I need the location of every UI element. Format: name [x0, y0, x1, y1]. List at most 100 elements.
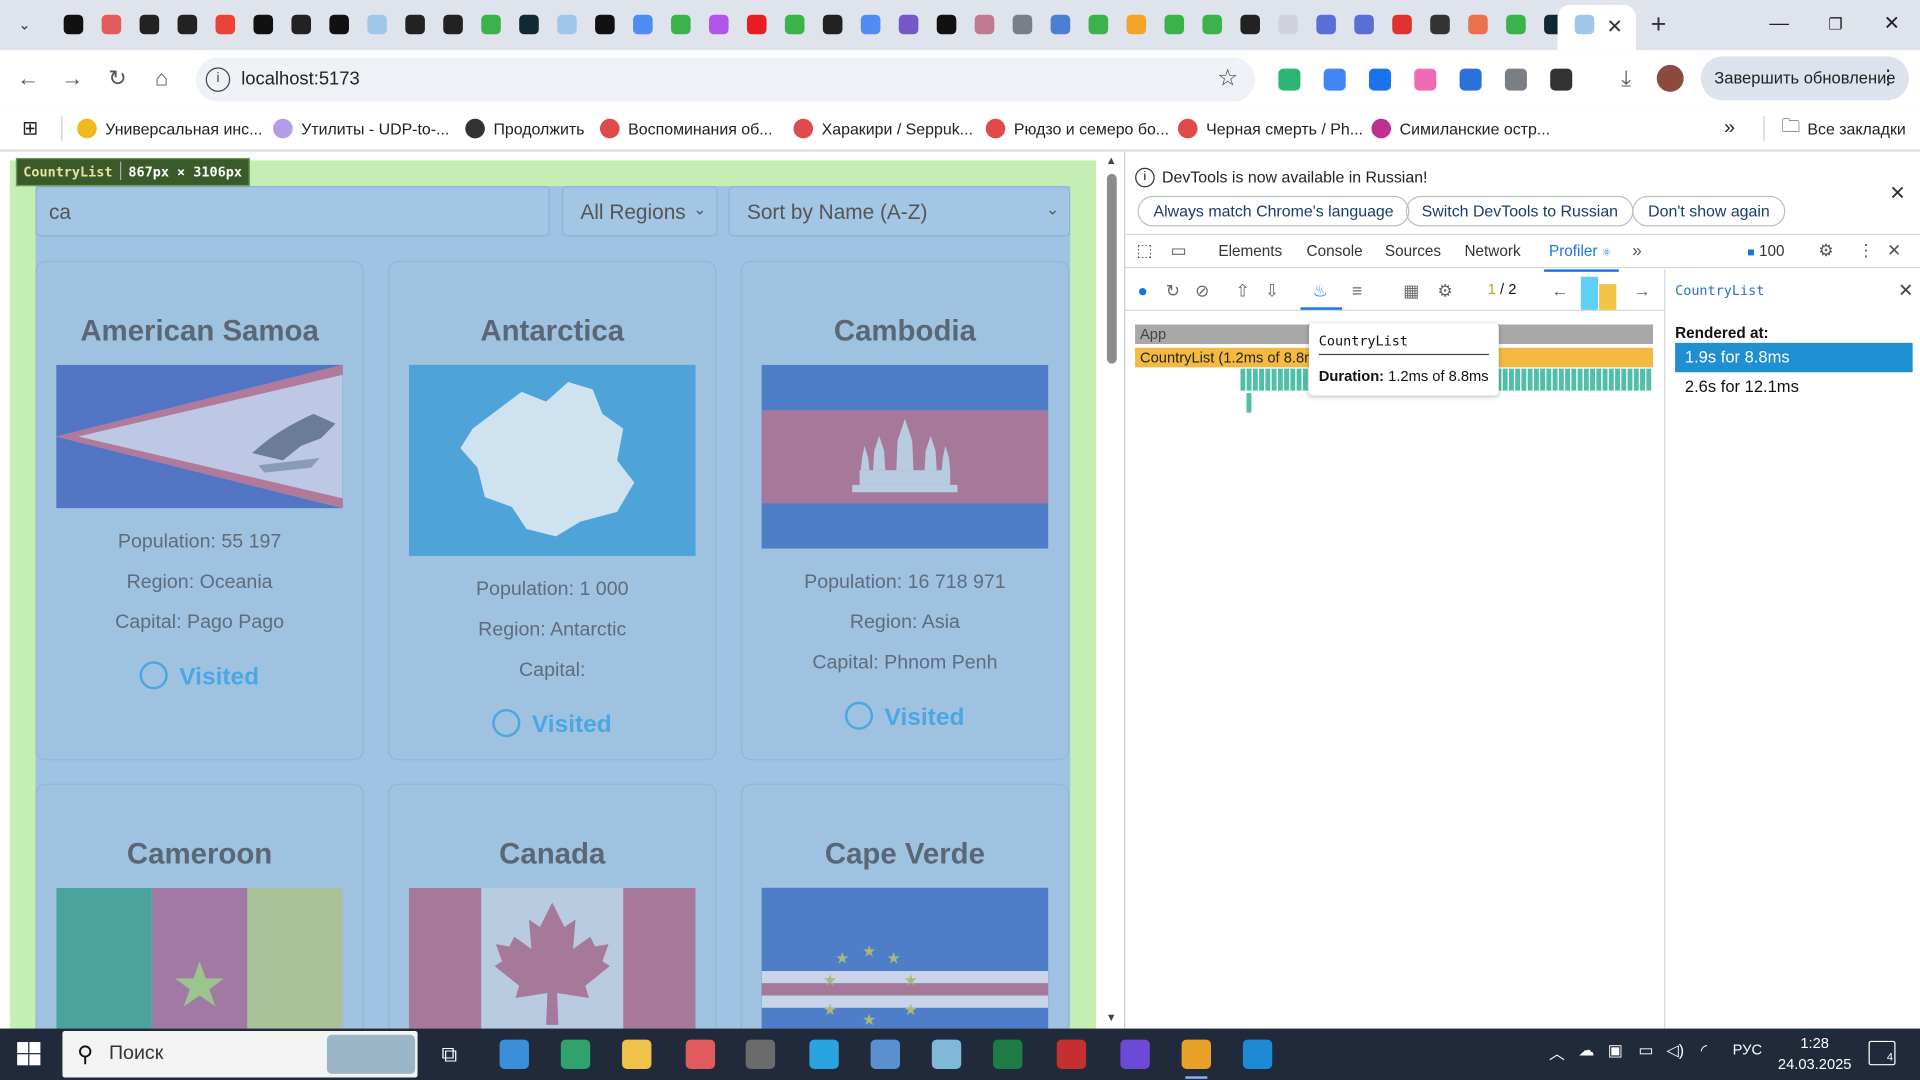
- tab[interactable]: [509, 11, 547, 38]
- tab[interactable]: [92, 11, 130, 38]
- next-commit-icon[interactable]: →: [1633, 280, 1650, 300]
- visited-toggle[interactable]: Visited: [389, 708, 715, 740]
- clear-icon[interactable]: ⊘: [1195, 280, 1209, 301]
- close-side-panel-icon[interactable]: ✕: [1898, 279, 1913, 301]
- commit-bar[interactable]: [1599, 284, 1617, 310]
- match-language-button[interactable]: Always match Chrome's language: [1137, 195, 1410, 227]
- device-toolbar-icon[interactable]: ▭: [1171, 240, 1187, 261]
- region-select[interactable]: All Regions ⌄: [562, 186, 718, 237]
- flame-child-node[interactable]: [1621, 368, 1627, 391]
- notification-center-icon[interactable]: 4: [1868, 1040, 1896, 1066]
- downloads-icon[interactable]: ⤓: [1610, 62, 1642, 94]
- flame-child-node[interactable]: [1277, 368, 1283, 391]
- more-bookmarks-icon[interactable]: »: [1724, 116, 1735, 140]
- tab[interactable]: [471, 11, 509, 38]
- flame-child-node[interactable]: [1508, 368, 1514, 391]
- commit-bar-selected[interactable]: [1580, 276, 1598, 310]
- flame-child-node[interactable]: [1590, 368, 1596, 391]
- active-tab[interactable]: ✕: [1557, 4, 1636, 51]
- save-profile-icon[interactable]: ⇩: [1265, 280, 1279, 301]
- flame-child-node[interactable]: [1558, 368, 1564, 391]
- tab[interactable]: [396, 11, 434, 38]
- tab[interactable]: [775, 11, 813, 38]
- taskbar-app-icon[interactable]: [987, 1035, 1029, 1074]
- taskbar-app-icon[interactable]: [680, 1035, 722, 1074]
- tab[interactable]: [1307, 11, 1345, 38]
- tab[interactable]: [206, 11, 244, 38]
- bookmark-item[interactable]: Черная смерть / Ph...: [1177, 116, 1363, 140]
- tab-console[interactable]: Console: [1307, 242, 1363, 259]
- tab[interactable]: [1117, 11, 1155, 38]
- extension-icon[interactable]: [1500, 64, 1532, 96]
- forward-button[interactable]: →: [56, 62, 88, 94]
- flame-child-node[interactable]: [1608, 368, 1614, 391]
- flame-child-node[interactable]: [1515, 368, 1521, 391]
- profiler-settings-icon[interactable]: ⚙: [1438, 280, 1453, 301]
- tab[interactable]: [130, 11, 168, 38]
- tab[interactable]: [1420, 11, 1458, 38]
- bookmark-star-icon[interactable]: ☆: [1217, 65, 1238, 93]
- taskbar-app-icon[interactable]: [493, 1035, 535, 1074]
- tab-search-button[interactable]: ⌄: [10, 10, 39, 39]
- flame-child-node[interactable]: [1640, 368, 1645, 391]
- address-bar[interactable]: i localhost:5173 ☆: [195, 57, 1256, 102]
- tab[interactable]: [585, 11, 623, 38]
- tab-profiler[interactable]: Profiler ⚛: [1544, 242, 1620, 272]
- flame-child-node[interactable]: [1583, 368, 1589, 391]
- home-button[interactable]: ⌂: [146, 62, 178, 94]
- tray-overflow-icon[interactable]: ︿: [1549, 1041, 1565, 1064]
- render-entry-selected[interactable]: 1.9s for 8.8ms: [1675, 342, 1913, 373]
- tab[interactable]: [1041, 11, 1079, 38]
- render-entry[interactable]: 2.6s for 12.1ms: [1675, 372, 1913, 401]
- extension-icon[interactable]: [1545, 64, 1577, 96]
- apps-grid-icon[interactable]: ⊞: [22, 116, 38, 140]
- url-text[interactable]: localhost:5173: [241, 69, 359, 90]
- tab[interactable]: [547, 11, 585, 38]
- taskbar-app-icon[interactable]: [1114, 1035, 1156, 1074]
- flame-child-node[interactable]: [1240, 368, 1246, 391]
- page-scrollbar[interactable]: ▲ ▼: [1102, 151, 1123, 1029]
- profile-avatar[interactable]: [1656, 64, 1684, 92]
- all-bookmarks[interactable]: 🗀 Все закладки: [1782, 116, 1906, 140]
- close-icon[interactable]: ✕: [1889, 181, 1905, 205]
- tab[interactable]: [1003, 11, 1041, 38]
- more-options-icon[interactable]: ⋮: [1858, 240, 1875, 261]
- scroll-down-arrow-icon[interactable]: ▼: [1106, 1011, 1117, 1023]
- scrollbar-thumb[interactable]: [1106, 173, 1117, 364]
- windows-start-icon[interactable]: [17, 1042, 41, 1066]
- more-tabs-icon[interactable]: »: [1632, 240, 1642, 260]
- tab[interactable]: [282, 11, 320, 38]
- flame-child-node[interactable]: [1302, 368, 1308, 391]
- flame-grandchild-node[interactable]: [1246, 393, 1252, 413]
- tab[interactable]: [927, 11, 965, 38]
- tab[interactable]: [965, 11, 1003, 38]
- bookmark-item[interactable]: Продолжить: [465, 116, 584, 140]
- flame-child-node[interactable]: [1552, 368, 1558, 391]
- volume-icon[interactable]: ◁): [1667, 1041, 1685, 1061]
- bookmark-item[interactable]: Универсальная инс...: [77, 116, 262, 140]
- dont-show-again-button[interactable]: Don't show again: [1632, 195, 1786, 227]
- flame-child-node[interactable]: [1527, 368, 1533, 391]
- search-input[interactable]: ca: [35, 186, 550, 237]
- timeline-icon[interactable]: ▦: [1403, 280, 1419, 301]
- flame-child-node[interactable]: [1577, 368, 1583, 391]
- taskbar-app-icon[interactable]: [740, 1035, 782, 1074]
- record-icon[interactable]: ●: [1138, 280, 1148, 300]
- taskbar-app-icon[interactable]: [926, 1035, 968, 1074]
- tab[interactable]: [168, 11, 206, 38]
- flame-child-node[interactable]: [1533, 368, 1539, 391]
- visited-toggle[interactable]: Visited: [37, 661, 363, 692]
- tab[interactable]: [813, 11, 851, 38]
- bookmark-item[interactable]: Рюдзо и семеро бо...: [985, 116, 1169, 140]
- flame-child-node[interactable]: [1646, 368, 1652, 391]
- extension-icon[interactable]: [1319, 64, 1351, 96]
- menu-dots-icon[interactable]: ⋮: [1878, 56, 1898, 100]
- close-tab-icon[interactable]: ✕: [1607, 15, 1623, 39]
- flame-child-node[interactable]: [1252, 368, 1258, 391]
- extension-icon[interactable]: [1364, 64, 1396, 96]
- flame-child-node[interactable]: [1596, 368, 1602, 391]
- wifi-icon[interactable]: ◜: [1701, 1041, 1707, 1061]
- bookmark-item[interactable]: Харакири / Seppuk...: [793, 116, 973, 140]
- flame-child-node[interactable]: [1265, 368, 1271, 391]
- taskbar-app-icon[interactable]: [555, 1035, 597, 1074]
